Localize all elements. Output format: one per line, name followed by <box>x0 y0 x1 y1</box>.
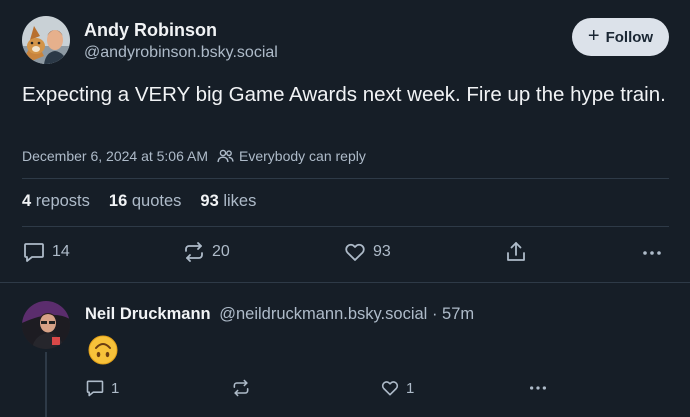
more-options-button[interactable] <box>640 240 664 264</box>
reply-like-button[interactable]: 1 <box>380 378 414 398</box>
like-count: 93 <box>373 243 391 260</box>
reposts-stat[interactable]: 4 reposts <box>22 192 90 211</box>
upside-down-face-emoji <box>88 335 118 365</box>
follow-label: Follow <box>605 28 654 46</box>
likes-label: likes <box>223 192 257 210</box>
reply-reply-count: 1 <box>111 379 120 397</box>
reply-time[interactable]: 57m <box>442 305 474 323</box>
reply-actions: 1 1 <box>85 378 555 400</box>
divider <box>22 178 669 179</box>
reply-more-options-button[interactable] <box>527 378 549 398</box>
reposts-label: reposts <box>35 192 90 210</box>
author-handle[interactable]: @andyrobinson.bsky.social <box>84 44 278 62</box>
share-button[interactable] <box>504 240 528 264</box>
likes-count: 93 <box>200 192 219 210</box>
post-stats: 4 reposts 16 quotes 93 likes <box>22 192 256 211</box>
post-text: Expecting a VERY big Game Awards next we… <box>22 83 666 106</box>
repost-button[interactable]: 20 <box>182 240 230 264</box>
repost-arrows-icon <box>233 379 249 397</box>
speech-bubble-icon <box>86 380 104 397</box>
more-dots-icon <box>643 251 661 255</box>
reply-reply-button[interactable]: 1 <box>85 378 119 398</box>
post-actions: 14 20 93 <box>22 240 669 266</box>
follow-button[interactable]: + Follow <box>572 18 669 56</box>
post-timestamp[interactable]: December 6, 2024 at 5:06 AM <box>22 148 208 164</box>
reply-button[interactable]: 14 <box>22 240 70 264</box>
heart-icon <box>345 243 365 261</box>
reply-setting[interactable]: Everybody can reply <box>217 148 366 164</box>
repost-arrows-icon <box>185 242 203 262</box>
more-dots-icon <box>530 386 546 390</box>
divider <box>0 282 690 283</box>
quotes-count: 16 <box>108 192 128 210</box>
reposts-count: 4 <box>22 192 32 210</box>
like-button[interactable]: 93 <box>343 240 391 264</box>
quotes-stat[interactable]: 16 quotes <box>109 192 182 211</box>
reply-author-name[interactable]: Neil Druckmann <box>85 305 211 323</box>
reply-repost-button[interactable] <box>231 378 251 398</box>
thread-line <box>45 352 47 417</box>
reply-count: 14 <box>52 243 70 260</box>
likes-stat[interactable]: 93 likes <box>200 192 256 211</box>
author-avatar[interactable] <box>22 16 70 64</box>
author-name[interactable]: Andy Robinson <box>84 20 217 41</box>
reply-setting-label: Everybody can reply <box>239 148 366 164</box>
reply-separator: · <box>431 305 438 323</box>
people-icon <box>217 149 234 163</box>
speech-bubble-icon <box>24 243 44 262</box>
quotes-label: quotes <box>131 192 182 210</box>
heart-icon <box>381 381 399 396</box>
divider <box>22 226 669 227</box>
share-icon <box>507 242 525 261</box>
reply-author-handle[interactable]: @neildruckmann.bsky.social <box>219 305 427 323</box>
reply-header: Neil Druckmann @neildruckmann.bsky.socia… <box>85 305 474 324</box>
repost-count: 20 <box>212 243 230 260</box>
post-meta: December 6, 2024 at 5:06 AM Everybody ca… <box>22 148 366 164</box>
plus-icon: + <box>587 25 600 47</box>
reply-author-avatar[interactable] <box>22 301 70 349</box>
reply-like-count: 1 <box>406 379 415 397</box>
